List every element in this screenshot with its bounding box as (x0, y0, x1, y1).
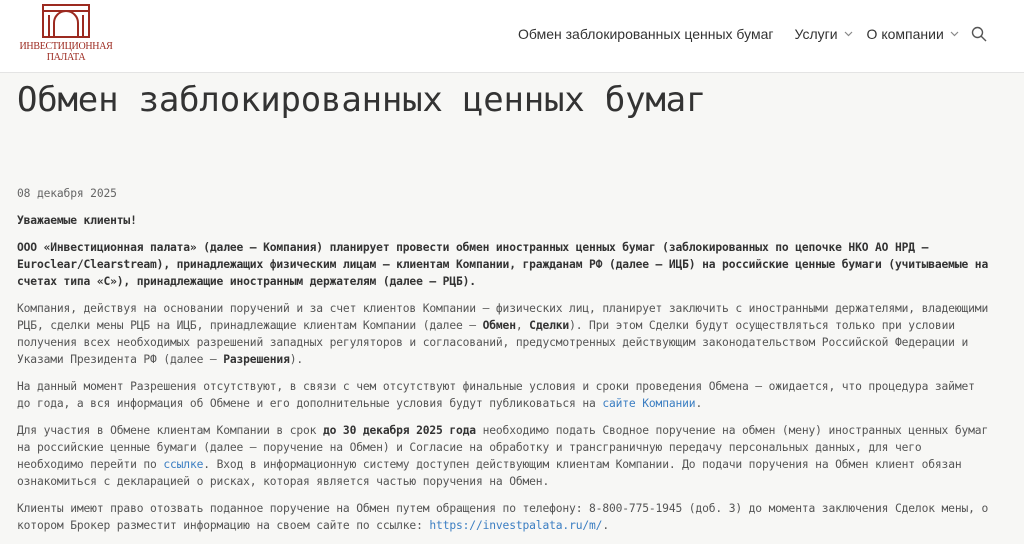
nav-item-label: О компании (866, 26, 944, 42)
article-date: 08 декабря 2025 (17, 187, 117, 200)
chevron-down-icon (950, 31, 959, 37)
nav-item-about[interactable]: О компании (867, 26, 959, 42)
nav-item-label: Обмен заблокированных ценных бумаг (518, 26, 774, 42)
paragraph-status: На данный момент Разрешения отсутствуют,… (17, 380, 975, 410)
main-nav: Обмен заблокированных ценных бумаг Услуг… (518, 24, 987, 44)
company-site-link[interactable]: сайте Компании (602, 397, 695, 410)
search-icon (971, 26, 987, 42)
chevron-down-icon (844, 31, 852, 37)
order-link[interactable]: ссылке (163, 458, 203, 471)
company-logo[interactable]: ИНВЕСТИЦИОННАЯ ПАЛАТА (16, 3, 116, 65)
logo-text-line1: ИНВЕСТИЦИОННАЯ (19, 41, 113, 52)
site-header: ИНВЕСТИЦИОННАЯ ПАЛАТА Обмен заблокирован… (0, 0, 1024, 73)
term-deals: Сделки (529, 319, 570, 332)
term-permissions: Разрешения (223, 353, 290, 366)
search-button[interactable] (971, 26, 987, 42)
nav-item-label: Услуги (794, 26, 838, 42)
logo-text-line2: ПАЛАТА (46, 52, 86, 63)
nav-item-services[interactable]: Услуги (794, 26, 852, 42)
article-body: 08 декабря 2025 Уважаемые клиенты! ООО «… (17, 185, 993, 544)
page-title: Обмен заблокированных ценных бумаг (17, 80, 707, 120)
term-exchange: Обмен (482, 319, 516, 332)
info-page-link[interactable]: https://investpalata.ru/m/ (429, 519, 602, 532)
lead-paragraph: ООО «Инвестиционная палата» (далее – Ком… (17, 241, 989, 288)
nav-item-exchange[interactable]: Обмен заблокированных ценных бумаг (518, 26, 773, 42)
paragraph-revoke: Клиенты имеют право отозвать поданное по… (17, 502, 989, 532)
greeting: Уважаемые клиенты! (17, 214, 137, 227)
arch-logo-icon (42, 4, 90, 38)
paragraph-deals: Компания, действуя на основании поручени… (17, 302, 989, 366)
deadline-text: до 30 декабря 2025 года (322, 424, 476, 437)
paragraph-participation: Для участия в Обмене клиентам Компании в… (17, 424, 989, 488)
